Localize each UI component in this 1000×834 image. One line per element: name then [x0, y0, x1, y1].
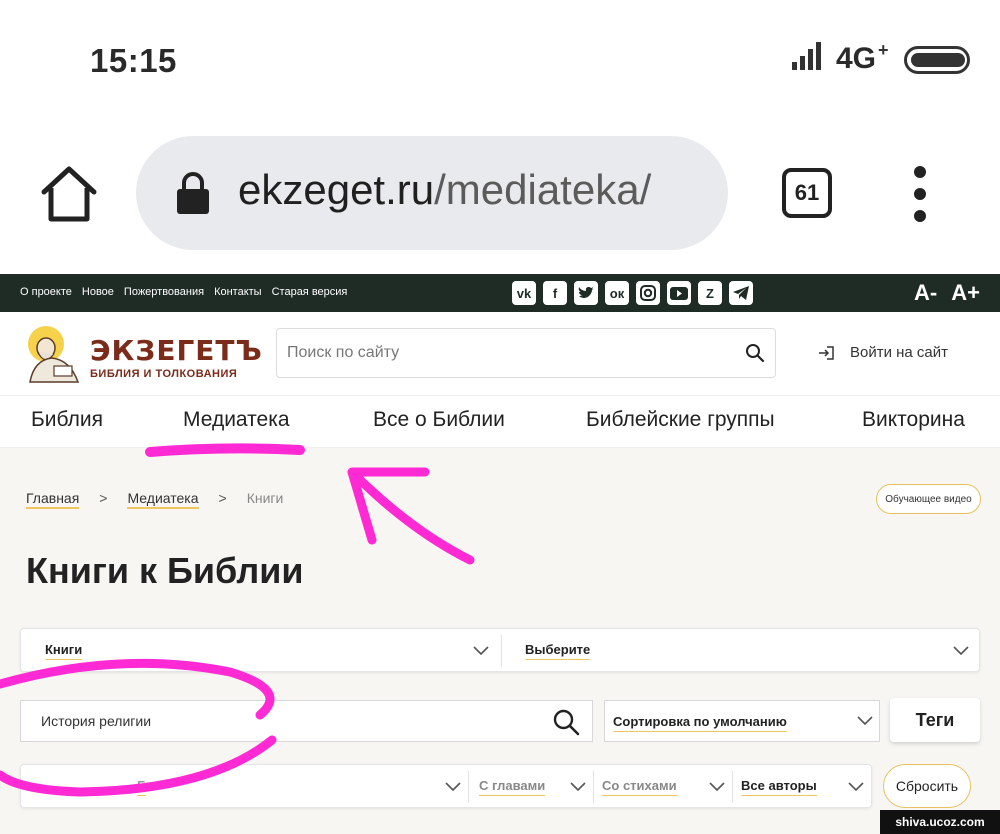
top-links: О проекте Новое Пожертвования Контакты С…	[20, 286, 347, 298]
url-text: ekzeget.ru/mediateka/	[238, 166, 651, 214]
login-icon	[819, 345, 834, 360]
filter-row-primary: Книги Выберите	[20, 628, 980, 672]
signal-icon	[792, 42, 821, 70]
tab-switcher-button[interactable]: 61	[782, 168, 832, 218]
status-time: 15:15	[90, 42, 177, 79]
query-value: История религии	[41, 713, 152, 729]
top-link-old-version[interactable]: Старая версия	[272, 286, 348, 298]
chevron-down-icon[interactable]	[570, 782, 586, 792]
address-bar[interactable]: ekzeget.ru/mediateka/	[136, 136, 728, 250]
breadcrumb: Главная > Медиатека > Книги	[26, 490, 283, 509]
font-increase-button[interactable]: A+	[951, 280, 980, 306]
nav-item-quiz[interactable]: Викторина	[862, 408, 965, 432]
site-header: ЭКЗЕГЕТЪ БИБЛИЯ И ТОЛКОВАНИЯ Поиск по са…	[0, 312, 1000, 396]
sort-select[interactable]: Сортировка по умолчанию	[604, 700, 880, 742]
search-input[interactable]: Поиск по сайту	[287, 344, 399, 362]
chevron-down-icon[interactable]	[848, 782, 864, 792]
odnoklassniki-icon[interactable]: ок	[605, 281, 629, 305]
watermark: shiva.ucoz.com	[880, 810, 1000, 834]
nav-item-bible-groups[interactable]: Библейские группы	[586, 408, 775, 432]
top-link-about[interactable]: О проекте	[20, 286, 72, 298]
facebook-icon[interactable]: f	[543, 281, 567, 305]
overflow-menu-icon[interactable]	[904, 164, 936, 224]
verses-select[interactable]: Со стихами	[602, 778, 677, 796]
chevron-down-icon[interactable]	[953, 646, 969, 656]
filter-row-secondary: Б С главами Со стихами Все авторы	[20, 764, 872, 808]
vk-icon[interactable]: vk	[512, 281, 536, 305]
top-link-donate[interactable]: Пожертвования	[124, 286, 204, 298]
tutorial-video-button[interactable]: Обучающее видео	[876, 484, 981, 514]
authors-select[interactable]: Все авторы	[741, 778, 817, 796]
data-activity-icon: +	[878, 40, 889, 60]
font-decrease-button[interactable]: A-	[914, 280, 937, 306]
reset-button[interactable]: Сбросить	[883, 764, 971, 808]
breadcrumb-current: Книги	[246, 490, 284, 506]
book-select[interactable]: Б	[137, 778, 147, 796]
chevron-down-icon[interactable]	[445, 782, 461, 792]
top-link-contacts[interactable]: Контакты	[214, 286, 262, 298]
query-input[interactable]: История религии	[20, 700, 593, 742]
home-icon[interactable]	[38, 164, 100, 224]
page-content: Главная > Медиатека > Книги Обучающее ви…	[0, 448, 1000, 834]
logo-figure-icon	[29, 337, 80, 383]
page-title: Книги к Библии	[26, 550, 304, 591]
social-links: vk f ок Z	[512, 281, 753, 305]
twitter-icon[interactable]	[574, 281, 598, 305]
logo-subtitle: БИБЛИЯ И ТОЛКОВАНИЯ	[90, 368, 238, 380]
type-select[interactable]: Книги	[45, 642, 83, 660]
url-path: /mediateka/	[434, 166, 652, 213]
login-link[interactable]: Войти на сайт	[818, 344, 948, 361]
tags-button[interactable]: Теги	[890, 698, 980, 742]
chevron-down-icon[interactable]	[709, 782, 725, 792]
chapters-select[interactable]: С главами	[479, 778, 546, 796]
breadcrumb-separator: >	[218, 490, 227, 506]
breadcrumb-separator: >	[99, 490, 108, 506]
site-search[interactable]: Поиск по сайту	[276, 328, 776, 378]
nav-item-about-bible[interactable]: Все о Библии	[373, 408, 505, 432]
browser-toolbar: ekzeget.ru/mediateka/ 61	[0, 120, 1000, 272]
sort-select-value: Сортировка по умолчанию	[613, 714, 787, 732]
nav-item-mediateka[interactable]: Медиатека	[183, 408, 290, 432]
category-select[interactable]: Выберите	[525, 642, 591, 660]
breadcrumb-mediateka[interactable]: Медиатека	[127, 490, 199, 509]
url-host: ekzeget.ru	[238, 166, 435, 213]
youtube-icon[interactable]	[667, 281, 691, 305]
search-icon[interactable]	[745, 343, 765, 363]
breadcrumb-home[interactable]: Главная	[26, 490, 80, 509]
site-top-bar: О проекте Новое Пожертвования Контакты С…	[0, 274, 1000, 312]
font-size-controls: A- A+	[914, 280, 980, 306]
battery-icon	[904, 46, 970, 74]
logo-title: ЭКЗЕГЕТЪ	[90, 334, 263, 367]
network-type: 4G	[836, 42, 877, 75]
site-logo[interactable]: ЭКЗЕГЕТЪ БИБЛИЯ И ТОЛКОВАНИЯ	[22, 318, 262, 390]
main-nav: Библия Медиатека Все о Библии Библейские…	[0, 396, 1000, 448]
status-bar: 15:15 4G +	[0, 0, 1000, 120]
login-label: Войти на сайт	[850, 344, 949, 361]
lock-icon	[177, 172, 209, 214]
top-link-new[interactable]: Новое	[82, 286, 114, 298]
search-icon[interactable]	[552, 708, 580, 736]
chevron-down-icon[interactable]	[857, 716, 873, 726]
nav-item-bible[interactable]: Библия	[31, 408, 103, 432]
zen-icon[interactable]: Z	[698, 281, 722, 305]
chevron-down-icon[interactable]	[473, 646, 489, 656]
telegram-icon[interactable]	[729, 281, 753, 305]
instagram-icon[interactable]	[636, 281, 660, 305]
